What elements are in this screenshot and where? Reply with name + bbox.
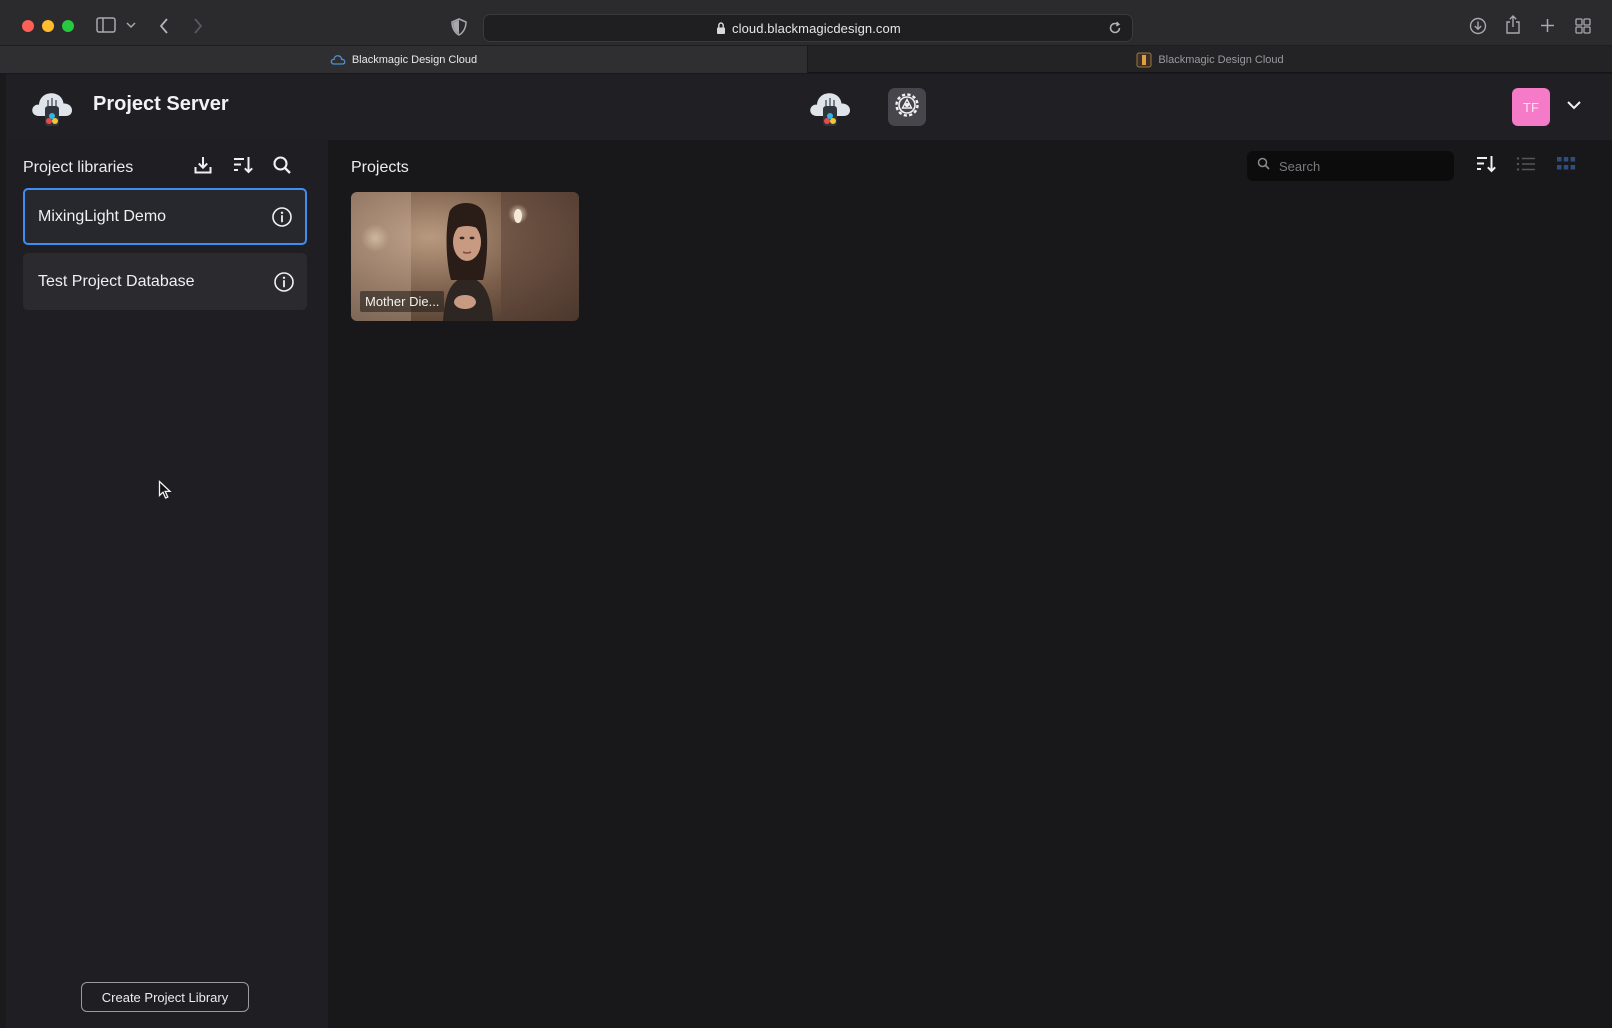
- grid-view-icon: [1556, 156, 1576, 177]
- create-project-library-button[interactable]: Create Project Library: [81, 982, 249, 1012]
- new-tab-icon[interactable]: [1540, 18, 1555, 33]
- tab-bar: Blackmagic Design Cloud Blackmagic Desig…: [0, 46, 1612, 73]
- forward-icon[interactable]: [192, 17, 204, 35]
- gear-icon: [893, 91, 921, 124]
- search-input[interactable]: [1279, 158, 1439, 174]
- app-header: Project Server TF: [6, 74, 1612, 140]
- sidebar-toggle-icon[interactable]: [96, 17, 118, 33]
- tab-label: Blackmagic Design Cloud: [351, 53, 478, 66]
- app-title: Project Server: [93, 93, 229, 115]
- tab-label: Blackmagic Design Cloud: [1158, 53, 1284, 66]
- close-window-button[interactable]: [22, 20, 34, 32]
- back-icon[interactable]: [158, 17, 170, 35]
- info-icon[interactable]: [273, 271, 295, 293]
- grid-view-button[interactable]: [1552, 152, 1580, 180]
- sort-libraries-button[interactable]: [230, 154, 256, 180]
- address-bar[interactable]: cloud.blackmagicdesign.com: [483, 14, 1133, 42]
- search-icon: [272, 155, 292, 180]
- tab-blackmagic-cloud-active[interactable]: Blackmagic Design Cloud: [0, 46, 808, 73]
- sidebar-title: Project libraries: [23, 159, 134, 176]
- user-avatar[interactable]: TF: [1512, 88, 1550, 126]
- tab-blackmagic-cloud[interactable]: Blackmagic Design Cloud: [808, 46, 1612, 73]
- lock-icon: [716, 22, 726, 40]
- downloads-icon[interactable]: [1469, 17, 1487, 35]
- search-icon: [1257, 157, 1270, 175]
- davinci-cloud-icon[interactable]: [806, 82, 854, 135]
- project-card[interactable]: Mother Die...: [351, 192, 579, 321]
- minimize-window-button[interactable]: [42, 20, 54, 32]
- reload-icon[interactable]: [1108, 21, 1122, 40]
- sort-projects-button[interactable]: [1472, 152, 1500, 180]
- import-library-button[interactable]: [190, 154, 216, 180]
- project-search-box[interactable]: [1247, 151, 1454, 181]
- library-item-test-project-database[interactable]: Test Project Database: [23, 253, 307, 310]
- info-icon[interactable]: [271, 206, 293, 228]
- sort-icon: [1475, 154, 1497, 179]
- download-icon: [193, 155, 213, 180]
- library-label: Test Project Database: [38, 272, 195, 290]
- browser-toolbar: cloud.blackmagicdesign.com: [0, 0, 1612, 46]
- share-icon[interactable]: [1505, 15, 1521, 35]
- project-libraries-sidebar: Project libraries MixingLight Demo Test …: [6, 140, 328, 1028]
- projects-title: Projects: [351, 159, 409, 176]
- chevron-down-icon[interactable]: [126, 21, 136, 29]
- page-icon: [1136, 52, 1152, 68]
- cloud-icon: [330, 54, 346, 65]
- tab-overview-icon[interactable]: [1575, 18, 1591, 34]
- chevron-down-icon[interactable]: [1566, 98, 1582, 116]
- list-view-button[interactable]: [1512, 152, 1540, 180]
- list-view-icon: [1516, 156, 1536, 177]
- library-label: MixingLight Demo: [38, 207, 167, 225]
- project-name-label: Mother Die...: [360, 291, 445, 312]
- privacy-shield-icon[interactable]: [451, 18, 467, 36]
- settings-button[interactable]: [888, 88, 926, 126]
- search-libraries-button[interactable]: [269, 154, 295, 180]
- mouse-pointer-icon: [158, 479, 172, 505]
- library-item-mixinglight-demo[interactable]: MixingLight Demo: [23, 188, 307, 245]
- sort-icon: [232, 155, 254, 180]
- projects-panel: Projects Search Mother Die...: [328, 140, 1612, 1028]
- url-text: cloud.blackmagicdesign.com: [732, 21, 901, 36]
- zoom-window-button[interactable]: [62, 20, 74, 32]
- project-server-logo-icon[interactable]: [28, 82, 76, 135]
